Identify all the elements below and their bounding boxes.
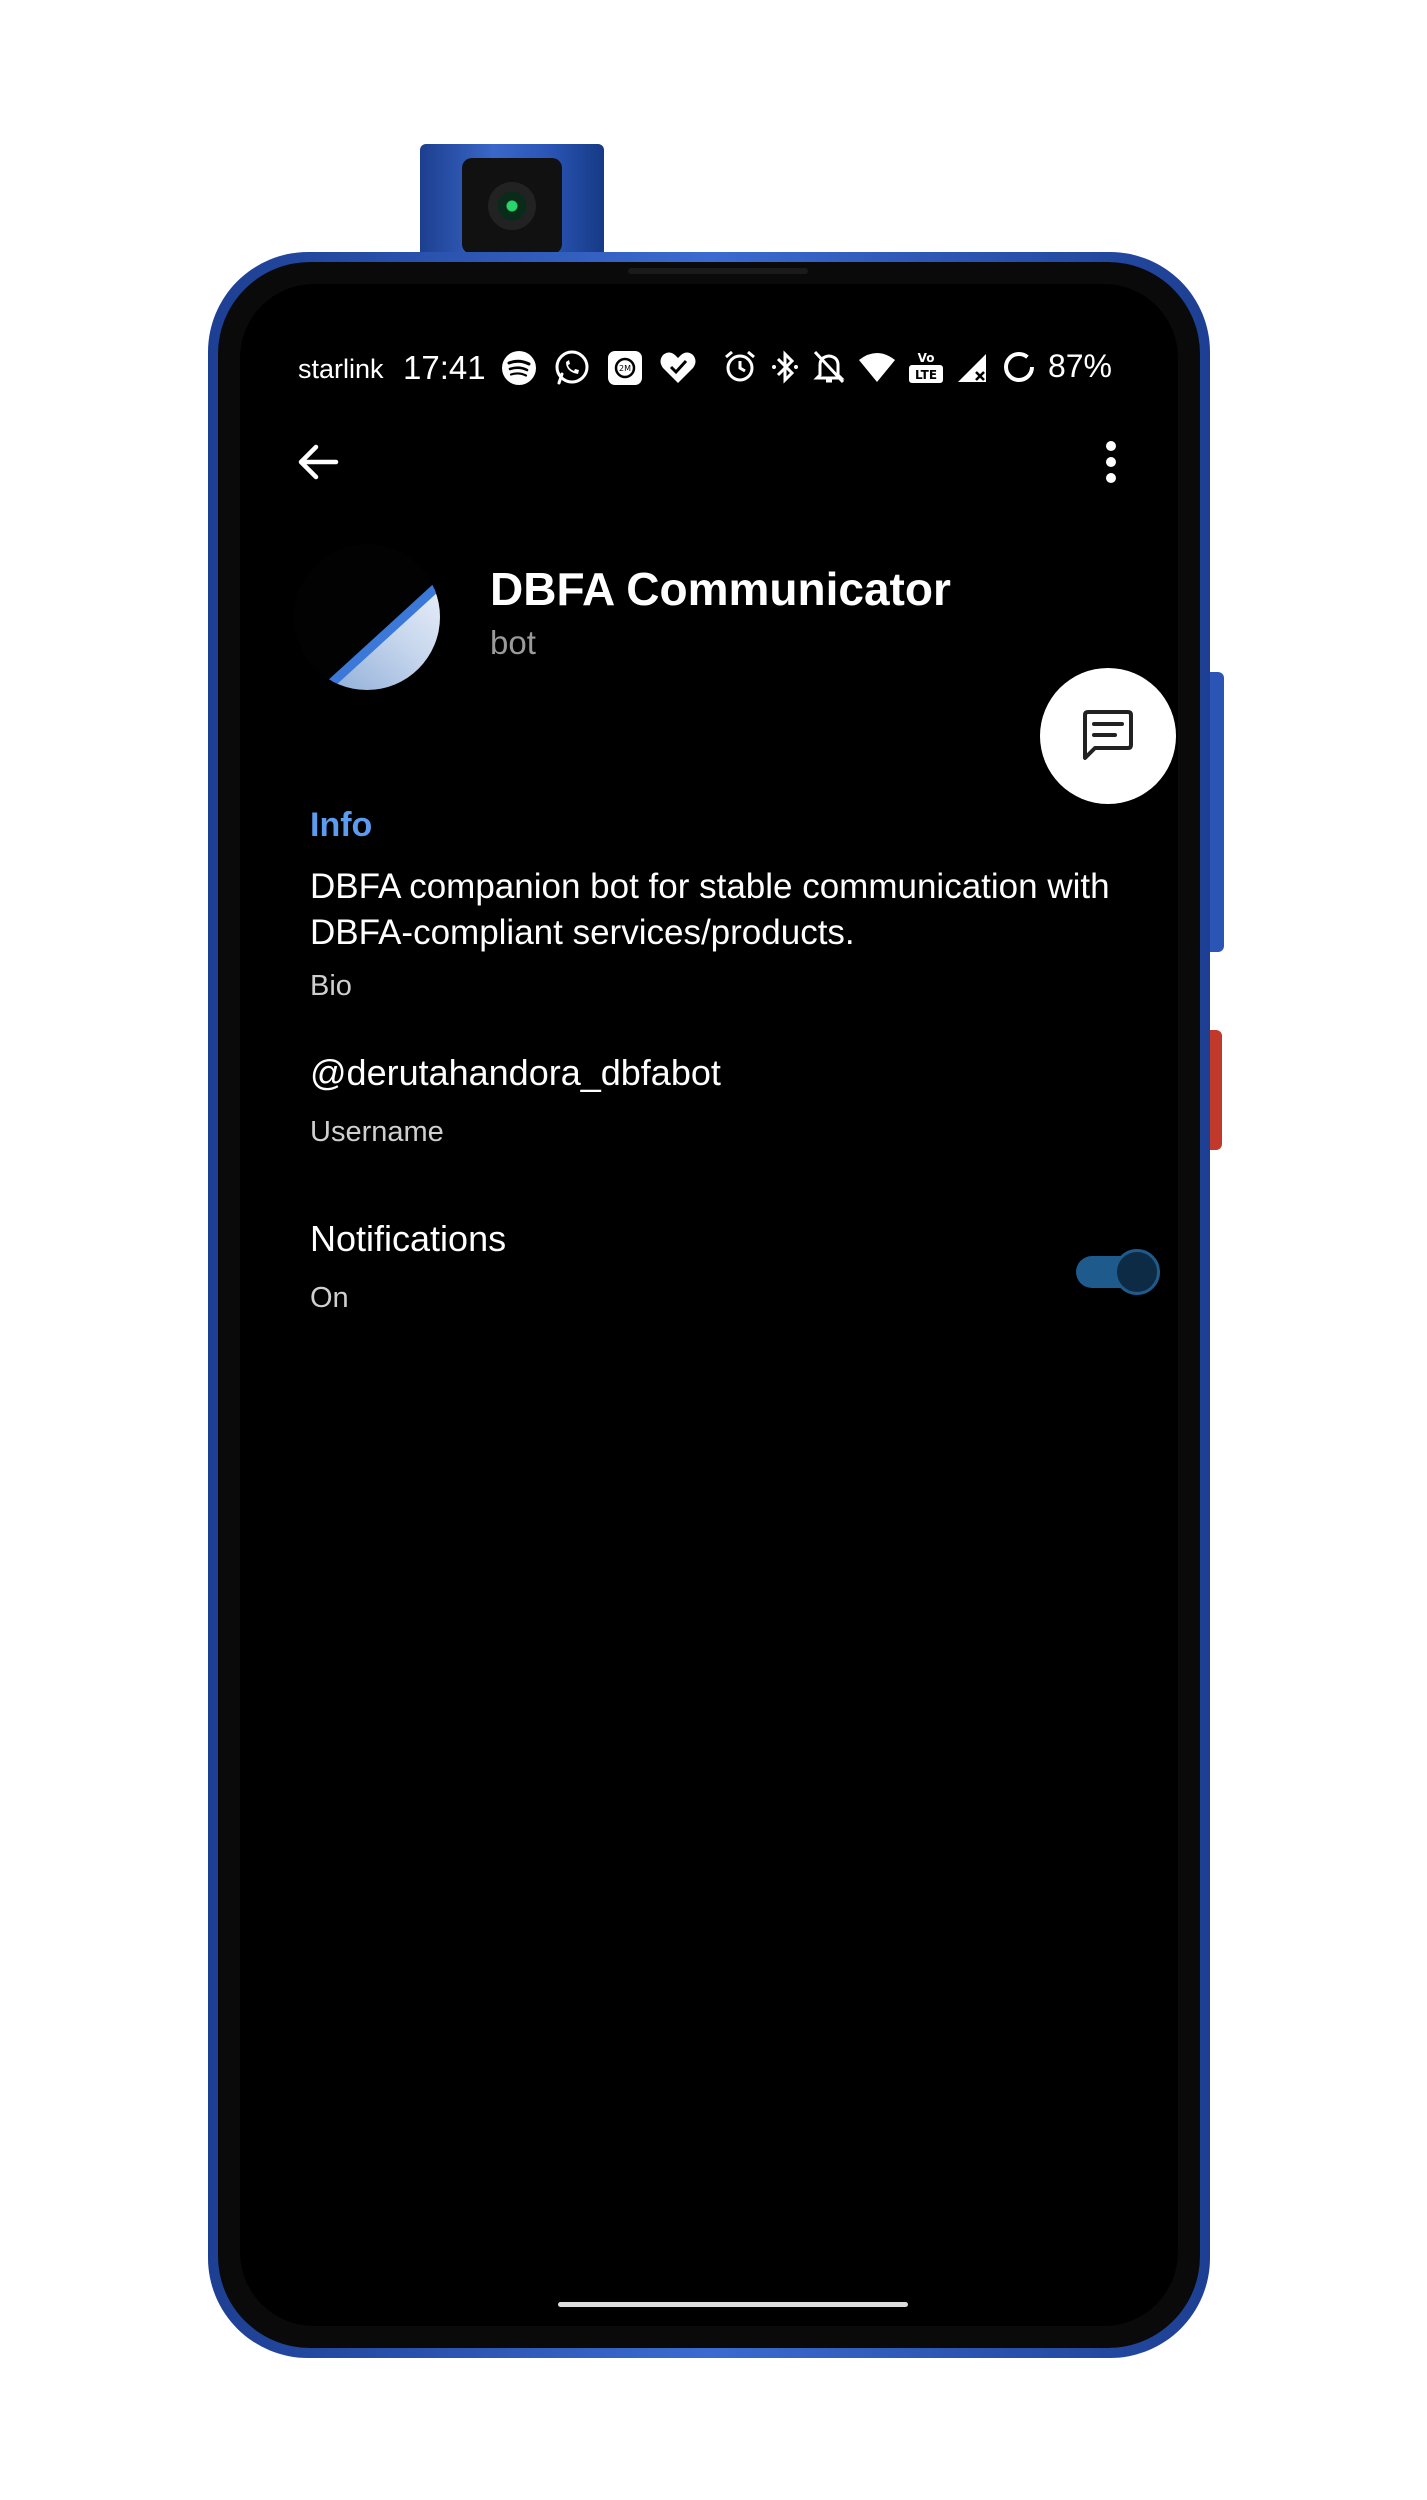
more-options-button[interactable] (1086, 432, 1136, 492)
popup-camera (420, 144, 604, 264)
notifications-off-icon (812, 349, 846, 385)
more-vertical-icon (1106, 441, 1116, 483)
bio-label: Bio (310, 970, 352, 1002)
volume-button (1208, 672, 1224, 952)
profile-avatar[interactable] (294, 544, 440, 690)
notifications-row[interactable]: Notifications On (240, 1204, 1178, 1324)
toggle-thumb (1114, 1249, 1160, 1295)
screen: starlink 17:41 2M LTE Vo 87% DBFA Commun… (240, 284, 1178, 2326)
arrow-back-icon (298, 444, 339, 480)
svg-text:2M: 2M (619, 364, 631, 373)
username-text[interactable]: @derutahandora_dbfabot (310, 1052, 721, 1094)
profile-subtitle: bot (490, 624, 536, 661)
heart-check-icon (658, 349, 698, 387)
status-time: 17:41 (403, 349, 486, 386)
spotify-icon (500, 349, 538, 387)
battery-saver-icon (1002, 350, 1036, 384)
carrier-name: starlink (298, 354, 384, 384)
info-section-title: Info (310, 806, 373, 844)
whatsapp-icon (552, 348, 592, 388)
signal-icon (956, 350, 990, 384)
earpiece-slit (628, 268, 808, 274)
power-button (1208, 1030, 1222, 1150)
send-message-button[interactable] (1040, 668, 1176, 804)
phone-bezel: starlink 17:41 2M LTE Vo 87% DBFA Commun… (218, 262, 1200, 2348)
system-icons: LTE Vo 87% (722, 348, 1112, 385)
camera-housing (462, 158, 562, 254)
wifi-icon (858, 350, 896, 384)
status-bar: starlink 17:41 2M LTE Vo 87% (240, 344, 1178, 394)
camera-lens (488, 182, 536, 230)
bluetooth-icon (770, 349, 800, 385)
volte-icon: LTE Vo (908, 349, 944, 385)
notifications-label: Notifications (310, 1218, 507, 1259)
phone-frame: starlink 17:41 2M LTE Vo 87% DBFA Commun… (208, 252, 1210, 2358)
profile-name: DBFA Communicator (490, 563, 951, 615)
svg-text:LTE: LTE (915, 368, 937, 382)
notifications-value: On (310, 1282, 349, 1314)
alarm-icon (722, 349, 758, 385)
back-button[interactable] (288, 432, 348, 492)
battery-percent: 87% (1047, 348, 1112, 384)
notifications-toggle[interactable] (1076, 1248, 1160, 1296)
home-indicator[interactable] (558, 2302, 908, 2307)
app-badge-icon: 2M (606, 349, 644, 387)
username-label: Username (310, 1116, 444, 1148)
message-icon (1083, 710, 1133, 760)
svg-text:Vo: Vo (918, 351, 935, 365)
bio-text[interactable]: DBFA companion bot for stable communicat… (310, 864, 1170, 956)
notification-icons: 2M (500, 348, 698, 388)
